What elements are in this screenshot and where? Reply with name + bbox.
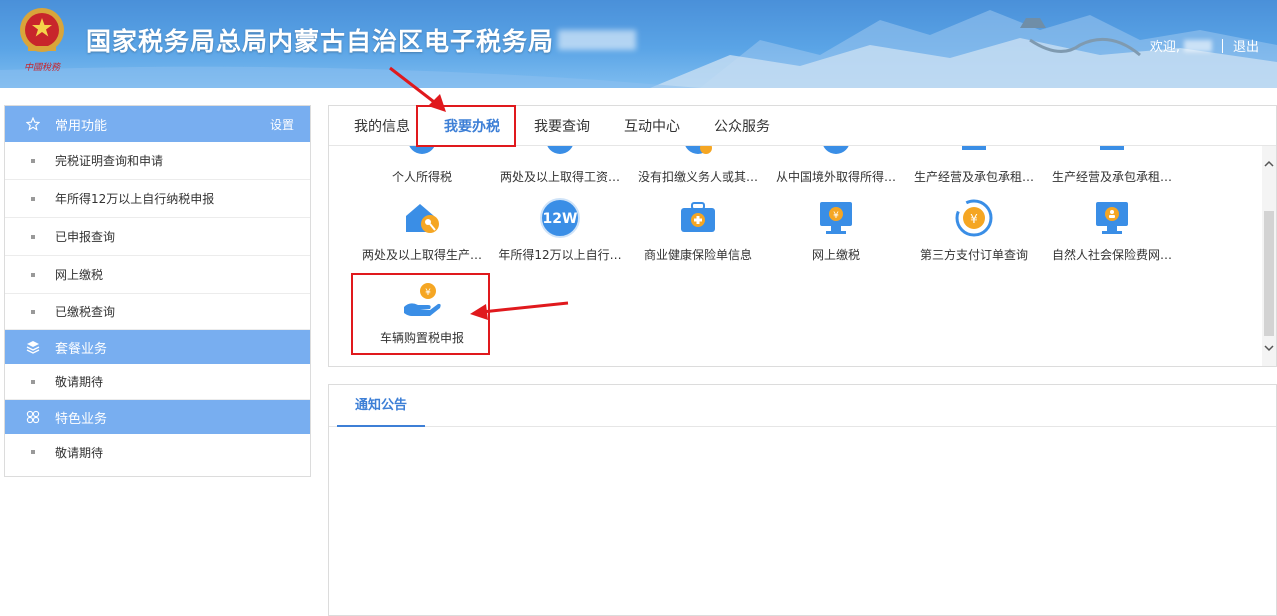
sidebar-item-coming-soon[interactable]: 敬请期待 xyxy=(5,434,310,470)
sidebar-item-label: 敬请期待 xyxy=(55,445,104,460)
service-business-contract-a[interactable]: 生产经营及承包承租… xyxy=(905,146,1043,185)
yen-shield-icon: ¥ xyxy=(952,196,996,240)
tax-service-icon xyxy=(538,146,582,162)
sidebar-item-online-payment[interactable]: 网上缴税 xyxy=(5,256,310,294)
settings-link[interactable]: 设置 xyxy=(270,116,294,133)
service-no-withholding-agent[interactable]: 没有扣缴义务人或其… xyxy=(629,146,767,185)
layers-icon xyxy=(23,340,43,354)
highlight-box-vehicle-tax xyxy=(351,273,490,355)
medical-kit-icon xyxy=(676,196,720,240)
bullet-icon xyxy=(31,158,35,163)
sidebar-item-paid-query[interactable]: 已缴税查询 xyxy=(5,294,310,330)
sidebar-section-title: 套餐业务 xyxy=(55,341,108,357)
service-health-insurance-info[interactable]: 商业健康保险单信息 xyxy=(629,196,767,263)
service-label: 从中国境外取得所得… xyxy=(775,170,896,184)
notice-tabs: 通知公告 xyxy=(329,385,1276,427)
12w-icon: 12W xyxy=(538,196,582,240)
user-area: 欢迎, 退出 xyxy=(1150,36,1259,55)
tax-service-icon xyxy=(676,146,720,162)
tax-service-icon xyxy=(400,146,444,162)
monitor-social-icon xyxy=(1090,196,1134,240)
chevron-up-icon[interactable] xyxy=(1263,158,1275,170)
tab-notices[interactable]: 通知公告 xyxy=(337,385,425,427)
bullet-icon xyxy=(31,234,35,239)
tax-service-icon xyxy=(1090,146,1134,162)
service-label: 第三方支付订单查询 xyxy=(919,248,1028,262)
sidebar-section-package[interactable]: 套餐业务 xyxy=(5,330,310,364)
service-label: 自然人社会保险费网… xyxy=(1051,248,1172,262)
service-social-insurance-online[interactable]: 自然人社会保险费网… xyxy=(1043,196,1181,263)
service-label: 两处及以上取得生产… xyxy=(361,248,482,262)
notice-panel: 通知公告 xyxy=(328,384,1277,616)
sidebar-item-label: 敬请期待 xyxy=(55,375,104,389)
svg-text:¥: ¥ xyxy=(970,212,978,226)
service-business-contract-b[interactable]: 生产经营及承包承租… xyxy=(1043,146,1181,185)
star-icon xyxy=(23,117,43,131)
svg-text:¥: ¥ xyxy=(833,211,839,221)
sidebar-item-declared-query[interactable]: 已申报查询 xyxy=(5,218,310,256)
redacted-username xyxy=(1183,39,1212,52)
sidebar-section-common[interactable]: 常用功能 设置 xyxy=(5,106,310,142)
service-label: 没有扣缴义务人或其… xyxy=(637,170,758,184)
sidebar: 常用功能 设置 完税证明查询和申请 年所得12万以上自行纳税申报 已申报查询 网… xyxy=(4,105,311,477)
sidebar-item-label: 年所得12万以上自行纳税申报 xyxy=(55,192,215,206)
service-label: 年所得12万以上自行… xyxy=(498,248,622,262)
service-individual-income-tax[interactable]: 个人所得税 xyxy=(353,146,491,185)
sidebar-item-label: 已申报查询 xyxy=(55,230,116,244)
tab-my-info[interactable]: 我的信息 xyxy=(354,116,410,136)
bullet-icon xyxy=(31,309,35,314)
service-annual-12w-declaration[interactable]: 12W 年所得12万以上自行… xyxy=(491,196,629,263)
sidebar-section-title: 特色业务 xyxy=(55,411,108,427)
tab-public-service[interactable]: 公众服务 xyxy=(714,116,770,136)
service-third-party-payment-query[interactable]: ¥ 第三方支付订单查询 xyxy=(905,196,1043,263)
tax-service-icon xyxy=(814,146,858,162)
house-key-icon xyxy=(400,196,444,240)
bullet-icon xyxy=(31,272,35,277)
service-label: 两处及以上取得工资… xyxy=(499,170,620,184)
logout-link[interactable]: 退出 xyxy=(1233,36,1259,55)
service-label: 商业健康保险单信息 xyxy=(643,248,752,262)
service-multi-wage-income[interactable]: 两处及以上取得工资… xyxy=(491,146,629,185)
sidebar-item-label: 完税证明查询和申请 xyxy=(55,154,164,168)
welcome-text: 欢迎, xyxy=(1149,40,1180,55)
tab-interaction-center[interactable]: 互动中心 xyxy=(624,116,680,136)
service-online-tax-payment[interactable]: ¥ 网上缴税 xyxy=(767,196,905,263)
monitor-yen-icon: ¥ xyxy=(814,196,858,240)
chevron-down-icon[interactable] xyxy=(1263,342,1275,354)
tax-service-icon xyxy=(952,146,996,162)
site-header: 中國稅務 国家税务局总局内蒙古自治区电子税务局 欢迎, 退出 xyxy=(0,0,1277,88)
scrollbar-thumb[interactable] xyxy=(1264,211,1274,336)
service-label: 生产经营及承包承租… xyxy=(1051,170,1172,184)
bullet-icon xyxy=(31,450,35,454)
sidebar-item-annual-income-declaration[interactable]: 年所得12万以上自行纳税申报 xyxy=(5,180,310,218)
sidebar-item-label: 网上缴税 xyxy=(55,268,104,282)
service-overseas-income[interactable]: 从中国境外取得所得… xyxy=(767,146,905,185)
grid-flower-icon xyxy=(23,410,43,424)
12w-badge-text: 12W xyxy=(543,211,578,227)
divider xyxy=(1221,38,1223,53)
highlight-box-tab xyxy=(416,105,516,147)
service-label: 网上缴税 xyxy=(811,248,860,262)
grid-scrollbar[interactable] xyxy=(1262,146,1276,366)
tab-query[interactable]: 我要查询 xyxy=(534,116,590,136)
bullet-icon xyxy=(31,379,35,384)
sidebar-item-label: 已缴税查询 xyxy=(55,305,116,319)
sidebar-section-special[interactable]: 特色业务 xyxy=(5,400,310,434)
service-multi-business-income[interactable]: 两处及以上取得生产… xyxy=(353,196,491,263)
site-title: 国家税务局总局内蒙古自治区电子税务局 xyxy=(86,27,555,56)
sidebar-item-coming-soon[interactable]: 敬请期待 xyxy=(5,364,310,400)
tax-emblem-logo: 中國稅務 xyxy=(20,8,64,73)
service-label: 生产经营及承包承租… xyxy=(913,170,1034,184)
bullet-icon xyxy=(31,196,35,201)
service-label: 个人所得税 xyxy=(391,170,452,184)
sidebar-section-title: 常用功能 xyxy=(55,118,108,134)
sidebar-item-tax-certificate[interactable]: 完税证明查询和申请 xyxy=(5,142,310,180)
svg-text:中國稅務: 中國稅務 xyxy=(24,62,61,73)
redacted-title-suffix xyxy=(558,30,636,50)
